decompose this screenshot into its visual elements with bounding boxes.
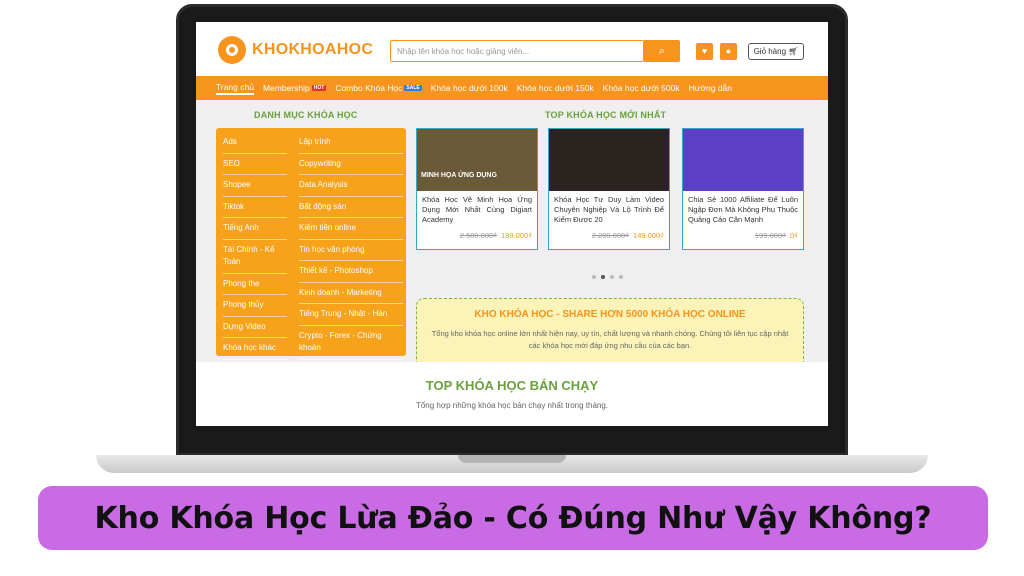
carousel-dot[interactable] (592, 275, 596, 279)
category-link[interactable]: Bất động sản (299, 197, 403, 218)
account-button[interactable]: ● (720, 43, 737, 60)
category-link[interactable]: Khóa học khác (223, 338, 287, 360)
course-thumbnail (683, 129, 803, 191)
cart-label: Giỏ hàng (753, 47, 787, 56)
laptop-notch (458, 455, 566, 463)
headline-banner: Kho Khóa Học Lừa Đảo - Có Đúng Như Vậy K… (38, 486, 988, 550)
category-link[interactable]: Data Analysis (299, 175, 403, 197)
search-icon: ⌕ (658, 44, 666, 57)
search-input[interactable] (390, 40, 644, 62)
old-price: 199.000₫ (755, 231, 786, 240)
category-link[interactable]: Tiktok (223, 197, 287, 218)
bestsellers-subtitle: Tổng hợp những khóa học bán chạy nhất tr… (415, 401, 609, 410)
course-title[interactable]: Khóa Học Vẽ Minh Họa Ứng Dụng Mới Nhất C… (417, 191, 537, 229)
nav-item[interactable]: Trang chủ (216, 82, 254, 95)
category-link[interactable]: Phong the (223, 274, 287, 295)
user-icon: ● (725, 46, 732, 56)
sale-price: 199.000₫ (501, 231, 532, 240)
wishlist-button[interactable]: ♥ (696, 43, 713, 60)
cart-icon: 🛒︎ (788, 47, 799, 56)
bestsellers-section: TOP KHÓA HỌC BÁN CHẠY Tổng hợp những khó… (196, 362, 828, 426)
nav-badge: HOT (311, 85, 327, 91)
course-card[interactable]: MINH HỌA ỨNG DỤNG Khóa Học Vẽ Minh Họa Ứn… (416, 128, 538, 250)
cart-button[interactable]: Giỏ hàng 🛒︎ (748, 43, 804, 60)
carousel-dot[interactable] (601, 275, 605, 279)
share-banner: KHO KHÓA HỌC - SHARE HƠN 5000 KHÓA HỌC O… (416, 298, 804, 372)
nav-item[interactable]: Hướng dẫn (689, 83, 732, 93)
carousel-dots (592, 275, 628, 279)
category-link[interactable]: Copywriting (299, 154, 403, 175)
category-link[interactable]: Kinh doanh - Marketing (299, 283, 403, 304)
logo-icon (218, 36, 246, 64)
category-link[interactable]: SEO (223, 154, 287, 175)
sale-price: 0₫ (789, 231, 798, 240)
headline-text: Kho Khóa Học Lừa Đảo - Có Đúng Như Vậy K… (94, 500, 932, 536)
search-button[interactable]: ⌕ (644, 40, 680, 62)
site-logo[interactable]: KHOKHOAHOC (218, 36, 373, 64)
course-price: 2.500.000₫ 199.000₫ (417, 229, 537, 242)
category-link[interactable]: Kiếm tiền online (299, 218, 403, 240)
category-link[interactable]: Tài Chính - Kế Toán (223, 240, 287, 274)
sale-price: 149.000₫ (633, 231, 664, 240)
nav-item-label: Khóa học dưới 150k (516, 83, 594, 93)
course-card[interactable]: Chia Sẻ 1000 Affiliate Để Luôn Ngập Đơn … (682, 128, 804, 250)
logo-text: KHOKHOAHOC (252, 41, 374, 58)
stage: KHOKHOAHOC ⌕ ♥ ● Giỏ hàng 🛒︎ Trang chủ Me… (0, 0, 1024, 576)
carousel-dot[interactable] (610, 275, 614, 279)
course-card[interactable]: Khóa Học Tư Duy Làm Video Chuyên Nghiệp … (548, 128, 670, 250)
nav-item-label: Khóa học dưới 500k (602, 83, 680, 93)
category-link[interactable]: Shopee (223, 175, 287, 197)
main-section: DANH MỤC KHÓA HỌC Ads SEO Shopee Tiktok Tiến… (196, 100, 828, 372)
nav-item-label: Membership (262, 83, 310, 93)
course-price: 199.000₫ 0₫ (683, 229, 803, 242)
categories-title: DANH MỤC KHÓA HỌC (254, 110, 358, 120)
thumbnail-caption: MINH HỌA ỨNG DỤNG (421, 172, 497, 179)
category-column-left: Ads SEO Shopee Tiktok Tiếng Anh Tài Chính - K… (223, 132, 287, 360)
nav-item-label: Hướng dẫn (688, 83, 733, 93)
nav-item[interactable]: Khóa học dưới 500k (603, 83, 680, 93)
site-header: KHOKHOAHOC ⌕ ♥ ● Giỏ hàng 🛒︎ (196, 22, 828, 76)
category-link[interactable]: Crypto - Forex - Chứng khoán (299, 326, 403, 360)
course-price: 2.200.000₫ 149.000₫ (549, 229, 669, 242)
category-link[interactable]: Thiết kế - Photoshop (299, 261, 403, 283)
new-courses-title: TOP KHÓA HỌC MỚI NHẤT (545, 110, 667, 120)
category-link[interactable]: Dựng Video (223, 317, 287, 338)
main-nav: Trang chủ Membership HOT Combo Khóa Học SALE… (196, 76, 828, 100)
course-title[interactable]: Khóa Học Tư Duy Làm Video Chuyên Nghiệp … (549, 191, 669, 229)
old-price: 2.200.000₫ (591, 231, 630, 240)
laptop-screen: KHOKHOAHOC ⌕ ♥ ● Giỏ hàng 🛒︎ Trang chủ Me… (196, 22, 828, 426)
course-title[interactable]: Chia Sẻ 1000 Affiliate Để Luôn Ngập Đơn … (683, 191, 803, 229)
category-link[interactable]: Phong thủy (223, 295, 287, 317)
old-price: 2.500.000₫ (459, 231, 498, 240)
nav-item[interactable]: Khóa học dưới 100k (431, 83, 508, 93)
category-link[interactable]: Tiếng Anh (223, 218, 287, 240)
share-title: KHO KHÓA HỌC - SHARE HƠN 5000 KHÓA HỌC O… (474, 309, 746, 320)
carousel-dot[interactable] (619, 275, 623, 279)
nav-item-label: Combo Khóa Học (335, 83, 403, 93)
nav-item[interactable]: Khóa học dưới 150k (517, 83, 594, 93)
category-link[interactable]: Lập trình (299, 132, 403, 154)
heart-icon: ♥ (701, 46, 708, 56)
bestsellers-title: TOP KHÓA HỌC BÁN CHẠY (425, 378, 599, 393)
nav-item[interactable]: Combo Khóa Học SALE (335, 83, 422, 93)
nav-badge: SALE (404, 85, 422, 91)
nav-item-label: Khóa học dưới 100k (430, 83, 508, 93)
course-thumbnail (549, 129, 669, 191)
category-link[interactable]: Tiếng Trung - Nhật - Hàn (299, 304, 403, 326)
course-thumbnail: MINH HỌA ỨNG DỤNG (417, 129, 537, 191)
nav-item[interactable]: Membership HOT (262, 83, 327, 93)
category-link[interactable]: Tin học văn phòng (299, 240, 403, 261)
category-column-right: Lập trình Copywriting Data Analysis Bất độn… (299, 132, 403, 360)
category-link[interactable]: Ads (223, 132, 287, 154)
category-box: Ads SEO Shopee Tiktok Tiếng Anh Tài Chính - K… (216, 128, 406, 360)
nav-item-label: Trang chủ (216, 81, 254, 92)
share-description: Tổng kho khóa học online lớn nhất hiện n… (431, 329, 789, 350)
